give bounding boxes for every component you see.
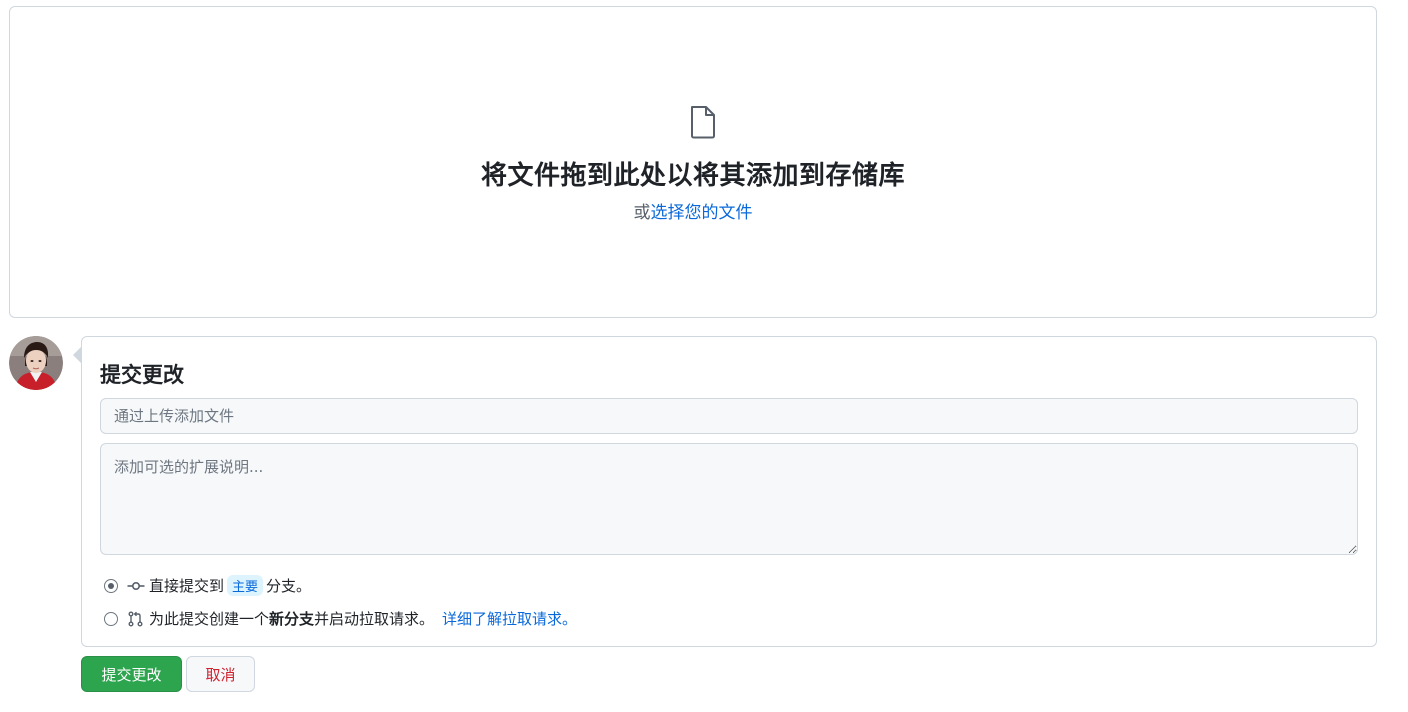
- commit-title: 提交更改: [100, 363, 184, 387]
- commit-new-branch-suffix: 并启动拉取请求。: [314, 610, 435, 628]
- commit-new-branch-radio[interactable]: [104, 611, 118, 626]
- file-icon: [691, 106, 715, 139]
- commit-new-branch-text: 为此提交创建一个: [149, 610, 270, 628]
- git-commit-icon: [127, 581, 145, 590]
- user-avatar: [9, 336, 63, 390]
- dropzone-prefix: 或: [633, 203, 651, 223]
- dropzone-title: 将文件拖到此处以将其添加到存储库: [480, 161, 905, 191]
- commit-description-input[interactable]: [100, 443, 1358, 555]
- branch-tag: 主要: [227, 575, 264, 596]
- new-branch-label: 新分支: [269, 610, 315, 628]
- commit-direct-option[interactable]: 直接提交到 主要 分支。: [104, 575, 311, 596]
- dropzone-subtitle: 或选择您的文件: [10, 198, 1376, 223]
- git-pull-request-icon: [128, 611, 143, 626]
- cancel-button[interactable]: 取消: [186, 656, 255, 692]
- file-dropzone[interactable]: 将文件拖到此处以将其添加到存储库 或选择您的文件: [9, 6, 1377, 318]
- commit-summary-input[interactable]: [100, 398, 1358, 434]
- commit-new-branch-option[interactable]: 为此提交创建一个 新分支 并启动拉取请求。 详细了解拉取请求。: [104, 608, 577, 629]
- learn-pull-requests-link[interactable]: 详细了解拉取请求。: [442, 608, 577, 629]
- commit-direct-text: 直接提交到: [149, 577, 225, 595]
- choose-files-link[interactable]: 选择您的文件: [651, 203, 753, 223]
- commit-direct-suffix: 分支。: [266, 577, 312, 595]
- commit-direct-radio[interactable]: [104, 578, 118, 593]
- commit-changes-button[interactable]: 提交更改: [81, 656, 182, 692]
- avatar: [9, 336, 63, 390]
- commit-form: 提交更改 直接提交到 主要 分支。 为此提交创建一个 新分支 并启动拉取请求。 …: [81, 336, 1377, 647]
